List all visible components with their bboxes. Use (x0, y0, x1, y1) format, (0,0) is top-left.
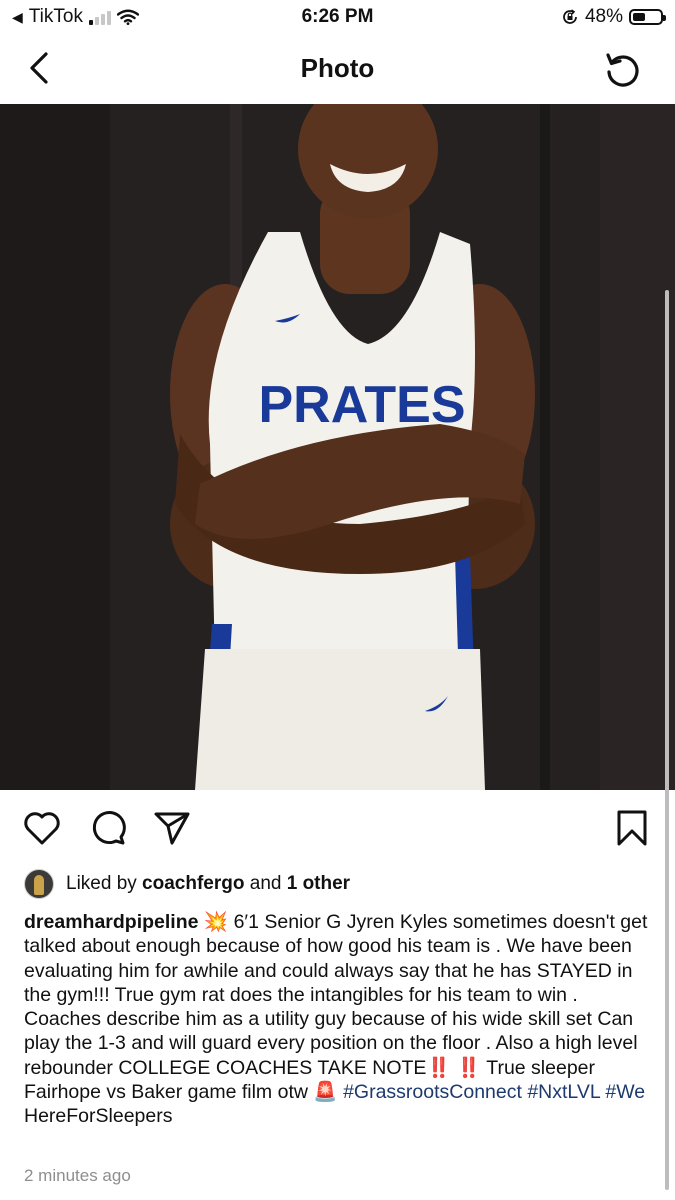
page-title: Photo (300, 53, 375, 83)
exclamation-emoji: ‼️ ‼️ (426, 1055, 482, 1079)
battery-percent: 48% (584, 6, 623, 27)
refresh-icon[interactable] (603, 50, 643, 90)
siren-emoji: 🚨 (313, 1080, 338, 1104)
post-photo[interactable]: PRATES (0, 104, 675, 790)
heart-icon[interactable] (22, 808, 62, 848)
hashtag-nxtlvl[interactable]: #NxtLVL (527, 1081, 600, 1103)
caption-username[interactable]: dreamhardpipeline (24, 911, 198, 933)
status-bar: ◀ TikTok 6:26 PM 48% (0, 0, 675, 36)
nav-header: Photo (0, 36, 675, 102)
caption-text-1: 6′1 Senior G Jyren Kyles sometimes doesn… (24, 911, 648, 1079)
bookmark-icon[interactable] (612, 808, 652, 848)
orientation-lock-icon (563, 9, 577, 24)
comment-icon[interactable] (88, 808, 128, 848)
avatar[interactable] (24, 869, 54, 899)
player-illustration: PRATES (0, 104, 675, 790)
hashtag-we[interactable]: #We (605, 1081, 645, 1103)
post-actions (0, 800, 675, 856)
likes-prefix: Liked by (66, 873, 143, 894)
likes-middle: and (244, 873, 287, 894)
likes-row[interactable]: Liked by coachfergo and 1 other (24, 868, 350, 900)
post-caption: dreamhardpipeline 💥 6′1 Senior G Jyren K… (24, 910, 654, 1129)
liker-username[interactable]: coachfergo (142, 873, 244, 895)
battery-icon (629, 9, 666, 25)
likes-others[interactable]: 1 other (287, 873, 350, 895)
hashtag-grassrootsconnect[interactable]: #GrassrootsConnect (343, 1081, 522, 1103)
caption-text-3: HereForSleepers (24, 1105, 173, 1128)
collision-emoji: 💥 (203, 910, 229, 933)
share-icon[interactable] (152, 808, 192, 848)
scrollbar[interactable] (665, 290, 669, 1190)
post-timestamp: 2 minutes ago (24, 1166, 131, 1185)
